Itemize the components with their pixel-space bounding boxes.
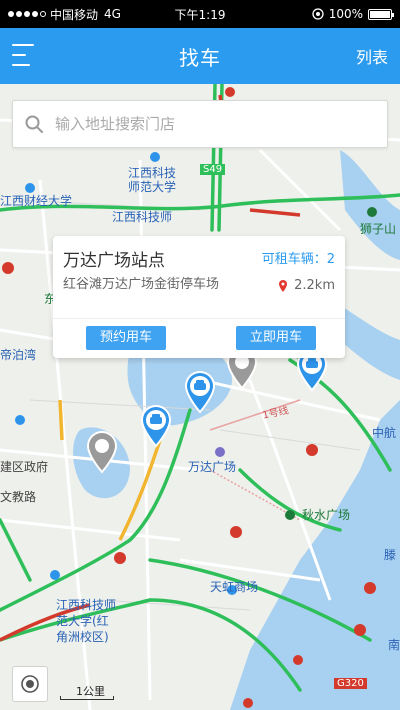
card-divider — [53, 318, 345, 319]
map-view[interactable]: 江西科技 师范大学 江西财经大学 江西科技师 S49 狮子山 帝泊湾 建区政府 … — [0, 84, 400, 710]
map-label: 帝泊湾 — [0, 348, 37, 362]
map-label: 狮子山 — [360, 222, 397, 236]
station-marker-gray[interactable] — [86, 430, 118, 474]
map-label: 范大学(红 — [56, 614, 109, 628]
map-label: 角洲校区) — [56, 630, 109, 644]
search-input[interactable] — [55, 115, 375, 133]
station-distance: 2.2km — [278, 278, 335, 293]
map-label: 滕 — [384, 548, 397, 562]
map-label: 秋水广场 — [302, 508, 351, 522]
use-now-button[interactable]: 立即用车 — [236, 326, 317, 350]
distance-value: 2.2km — [294, 278, 335, 293]
nav-bar: 找车 列表 — [0, 28, 400, 84]
map-label: 江西财经大学 — [0, 194, 73, 208]
station-name: 万达广场站点 — [63, 251, 165, 271]
map-label: 师范大学 — [128, 180, 177, 194]
scale-label: 1公里 — [76, 685, 105, 698]
carrier-name: 中国移动 — [50, 7, 99, 22]
car-marker[interactable] — [184, 370, 216, 414]
location-pin-icon — [279, 279, 288, 292]
network-type: 4G — [104, 7, 121, 21]
map-label: 中航 — [372, 426, 397, 440]
locate-me-button[interactable] — [12, 666, 48, 702]
rotation-lock-icon — [312, 8, 324, 20]
station-address: 红谷滩万达广场金街停车场 — [63, 277, 220, 292]
battery-icon — [368, 8, 394, 20]
search-bar[interactable] — [12, 100, 388, 148]
menu-icon[interactable] — [12, 44, 36, 66]
status-bar: 中国移动 4G 下午1:19 100% — [0, 0, 400, 28]
locate-icon — [21, 675, 39, 693]
road-shield: S49 — [200, 164, 226, 175]
map-label: 建区政府 — [0, 460, 49, 474]
river-upper — [340, 150, 400, 260]
battery-percent: 100% — [328, 7, 363, 21]
station-info-card: 万达广场站点 可租车辆：2 红谷滩万达广场金街停车场 2.2km 预约用车 立即… — [53, 236, 345, 358]
search-icon — [25, 115, 43, 133]
map-label: 江西科技师 — [112, 210, 173, 224]
car-marker[interactable] — [140, 404, 172, 448]
map-label: 江西科技师 — [56, 598, 117, 612]
map-label: 万达广场 — [188, 460, 237, 474]
signal-strength-icon — [8, 11, 46, 17]
reserve-car-button[interactable]: 预约用车 — [86, 326, 167, 350]
list-view-button[interactable]: 列表 — [356, 44, 388, 68]
map-label: 南 — [388, 638, 400, 652]
map-label: 天虹商场 — [210, 580, 259, 594]
page-title: 找车 — [179, 45, 221, 70]
road-shield: G320 — [334, 678, 367, 689]
map-label: 文教路 — [0, 490, 37, 504]
available-cars-count: 可租车辆：2 — [261, 252, 335, 267]
